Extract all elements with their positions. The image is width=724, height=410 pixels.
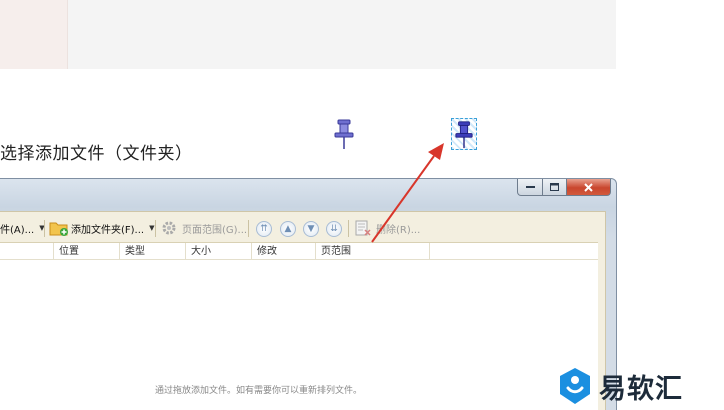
column-name[interactable] — [0, 243, 54, 260]
toolbar: 件(A)... ▼ 添加文件夹(F)... ▼ 页面范围(G)... ⇈ ▲ ▼… — [0, 215, 600, 241]
page-header-left-block — [0, 0, 68, 69]
toolbar-divider — [248, 220, 249, 237]
instruction-text: 选择添加文件（文件夹） — [0, 144, 193, 164]
page-range-label: 页面范围(G)... — [182, 224, 248, 236]
page-header-band — [0, 0, 616, 69]
arrow-last-icon: ⇊ — [330, 223, 338, 234]
move-down-button[interactable]: ▼ — [303, 221, 319, 237]
gear-icon — [162, 221, 176, 235]
arrow-down-icon: ▼ — [307, 223, 315, 234]
pushpin-selected-icon[interactable] — [451, 118, 477, 150]
window-controls — [517, 179, 611, 196]
toolbar-divider — [348, 220, 349, 237]
brand-logo-icon — [560, 368, 590, 404]
file-list-header: 位置 类型 大小 修改 页范围 — [0, 243, 598, 260]
add-folder-label: 添加文件夹(F)... — [71, 224, 145, 236]
column-location[interactable]: 位置 — [54, 243, 120, 260]
arrow-first-icon: ⇈ — [260, 223, 268, 234]
folder-add-icon — [49, 222, 68, 236]
minimize-icon — [525, 185, 535, 188]
brand-logo: 易软汇 — [557, 366, 683, 406]
close-button[interactable] — [567, 179, 611, 196]
maximize-icon — [550, 183, 559, 191]
add-file-label: 件(A)... — [0, 224, 35, 236]
toolbar-divider — [155, 220, 156, 237]
delete-icon — [355, 220, 371, 236]
brand-name: 易软汇 — [599, 373, 683, 405]
add-file-button[interactable]: 件(A)... ▼ — [0, 217, 45, 239]
window-client-area: 件(A)... ▼ 添加文件夹(F)... ▼ 页面范围(G)... ⇈ ▲ ▼… — [0, 211, 606, 410]
delete-button[interactable]: 删除(R)... — [354, 217, 420, 239]
drop-hint: 通过拖放添加文件。如有需要你可以重新排列文件。 — [155, 386, 363, 396]
column-page-range[interactable]: 页范围 — [316, 243, 430, 260]
dropdown-caret-icon[interactable]: ▼ — [149, 224, 154, 232]
add-folder-button[interactable]: 添加文件夹(F)... ▼ — [49, 217, 154, 239]
column-type[interactable]: 类型 — [120, 243, 186, 260]
move-to-bottom-button[interactable]: ⇊ — [326, 221, 342, 237]
file-list[interactable]: 位置 类型 大小 修改 页范围 通过拖放添加文件。如有需要你可以重新排列文件。 — [0, 242, 598, 410]
column-modified[interactable]: 修改 — [252, 243, 316, 260]
arrow-up-icon: ▲ — [284, 223, 292, 234]
close-icon — [584, 182, 593, 192]
pushpin-icon — [332, 118, 356, 150]
delete-label: 删除(R)... — [376, 224, 421, 236]
toolbar-divider — [44, 220, 45, 237]
app-window: 件(A)... ▼ 添加文件夹(F)... ▼ 页面范围(G)... ⇈ ▲ ▼… — [0, 178, 617, 410]
page-range-button[interactable]: 页面范围(G)... — [160, 217, 247, 239]
column-size[interactable]: 大小 — [186, 243, 252, 260]
move-to-top-button[interactable]: ⇈ — [256, 221, 272, 237]
maximize-button[interactable] — [543, 179, 567, 196]
move-up-button[interactable]: ▲ — [280, 221, 296, 237]
minimize-button[interactable] — [517, 179, 543, 196]
